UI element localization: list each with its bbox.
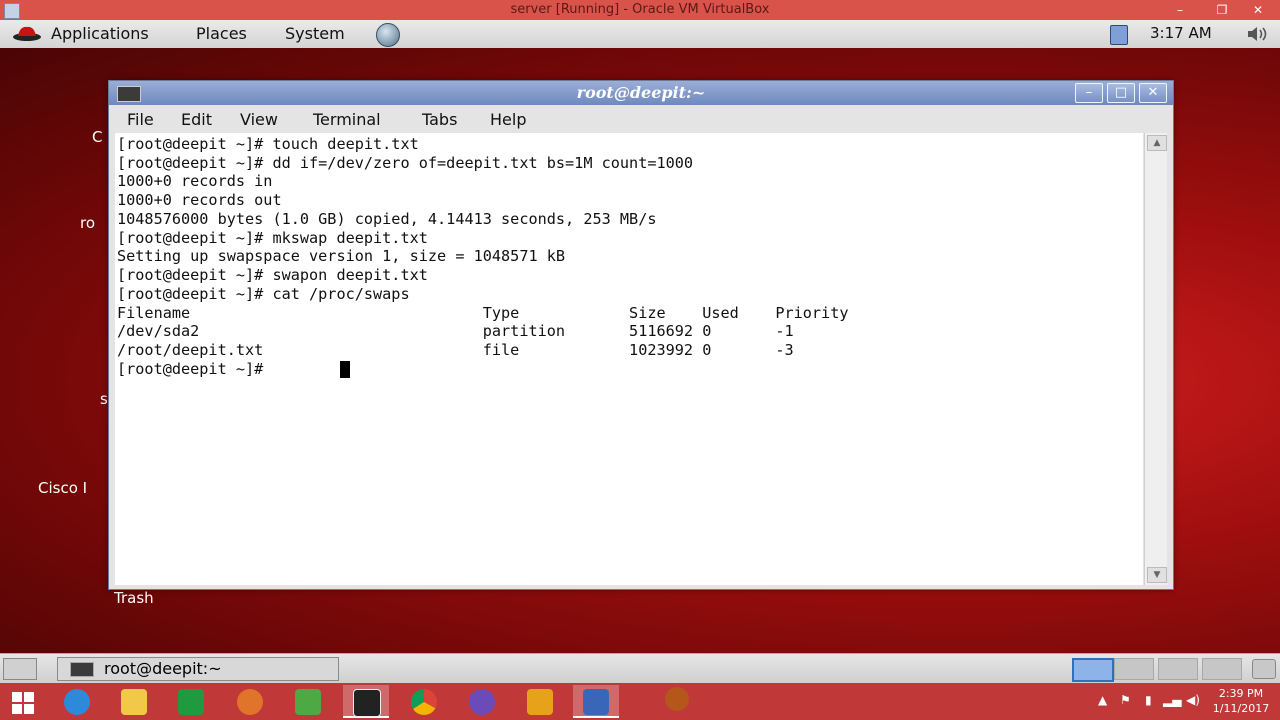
menu-places[interactable]: Places xyxy=(196,24,247,43)
taskbar-item-terminal[interactable]: root@deepit:~ xyxy=(57,657,339,681)
windows-logo-icon xyxy=(12,692,34,714)
trash-icon[interactable] xyxy=(1252,659,1276,679)
workspace-4[interactable] xyxy=(1202,658,1242,680)
terminal-titlebar[interactable]: root@deepit:~ – □ ✕ xyxy=(109,81,1173,105)
desktop-label[interactable]: ro xyxy=(80,214,95,232)
host-restore-icon[interactable]: ❐ xyxy=(1208,0,1236,20)
terminal-line: [root@deepit ~]# mkswap deepit.txt xyxy=(117,229,428,247)
terminal-icon xyxy=(70,662,94,677)
close-icon[interactable]: ✕ xyxy=(1139,83,1167,103)
redhat-icon[interactable] xyxy=(12,24,42,42)
virtualbox-icon xyxy=(4,3,20,19)
terminal-line: Filename Type Size Used Priority xyxy=(117,304,849,322)
terminal-window: root@deepit:~ – □ ✕ File Edit View Termi… xyxy=(108,80,1174,590)
desktop-trash-label[interactable]: Trash xyxy=(114,589,154,607)
terminal-output[interactable]: [root@deepit ~]# touch deepit.txt [root@… xyxy=(115,133,1143,585)
taskbar-firefox[interactable] xyxy=(227,685,273,718)
host-clock[interactable]: 2:39 PM 1/11/2017 xyxy=(1206,686,1276,716)
taskbar-video-editor[interactable] xyxy=(343,685,389,718)
taskbar-file-explorer[interactable] xyxy=(111,685,157,718)
desktop-label-cisco[interactable]: Cisco I xyxy=(38,479,87,497)
menu-help[interactable]: Help xyxy=(490,110,526,129)
terminal-line: [root@deepit ~]# swapon deepit.txt xyxy=(117,266,428,284)
host-window-title: server [Running] - Oracle VM VirtualBox xyxy=(510,2,770,17)
action-center-icon[interactable]: ⚑ xyxy=(1120,693,1131,707)
terminal-title: root@deepit:~ xyxy=(576,83,706,102)
terminal-scrollbar[interactable]: ▲ ▼ xyxy=(1144,133,1167,585)
guest-top-panel: Applications Places System 3:17 AM xyxy=(0,20,1280,49)
tray-expand-icon[interactable]: ▲ xyxy=(1098,693,1107,707)
terminal-menubar: File Edit View Terminal Tabs Help xyxy=(109,105,1173,131)
desktop-label[interactable]: C xyxy=(92,128,102,146)
guest-clock[interactable]: 3:17 AM xyxy=(1150,24,1212,42)
terminal-line: [root@deepit ~]# dd if=/dev/zero of=deep… xyxy=(117,154,694,172)
host-close-icon[interactable]: ✕ xyxy=(1244,0,1272,20)
clapperboard-icon xyxy=(353,689,381,717)
terminal-line: /dev/sda2 partition 5116692 0 -1 xyxy=(117,322,794,340)
taskbar-store[interactable] xyxy=(168,685,214,718)
scroll-down-icon[interactable]: ▼ xyxy=(1147,567,1167,583)
firefox-icon xyxy=(237,689,263,715)
tool-icon xyxy=(527,689,553,715)
host-window-titlebar: server [Running] - Oracle VM VirtualBox … xyxy=(0,0,1280,20)
terminal-line: 1048576000 bytes (1.0 GB) copied, 4.1441… xyxy=(117,210,657,228)
text-cursor xyxy=(340,361,350,378)
desktop-label[interactable]: s xyxy=(100,390,108,408)
taskbar-utorrent[interactable] xyxy=(285,685,331,718)
host-clock-time: 2:39 PM xyxy=(1218,687,1264,700)
host-clock-date: 1/11/2017 xyxy=(1212,702,1270,715)
folder-icon xyxy=(121,689,147,715)
terminal-line: 1000+0 records in xyxy=(117,172,273,190)
show-desktop-icon[interactable] xyxy=(3,658,37,680)
menu-view[interactable]: View xyxy=(240,110,278,129)
network-icon[interactable]: ▂▄ xyxy=(1163,693,1181,707)
host-minimize-icon[interactable]: – xyxy=(1166,0,1194,20)
terminal-line: [root@deepit ~]# cat /proc/swaps xyxy=(117,285,410,303)
taskbar-item-label: root@deepit:~ xyxy=(104,659,222,678)
menu-applications[interactable]: Applications xyxy=(51,24,149,43)
app-icon xyxy=(469,689,495,715)
terminal-line: Setting up swapspace version 1, size = 1… xyxy=(117,247,566,265)
start-button[interactable] xyxy=(0,685,46,718)
volume-icon[interactable] xyxy=(1246,25,1270,43)
menu-tabs[interactable]: Tabs xyxy=(422,110,457,129)
workspace-2[interactable] xyxy=(1114,658,1154,680)
terminal-line: 1000+0 records out xyxy=(117,191,282,209)
volume-icon[interactable]: ◀) xyxy=(1186,693,1200,707)
menu-file[interactable]: File xyxy=(127,110,154,129)
minimize-icon[interactable]: – xyxy=(1075,83,1103,103)
terminal-prompt: [root@deepit ~]# xyxy=(117,360,273,378)
web-browser-icon[interactable] xyxy=(376,23,400,47)
taskbar-virtualbox[interactable] xyxy=(573,685,619,718)
scroll-up-icon[interactable]: ▲ xyxy=(1147,135,1167,151)
taskbar-app[interactable] xyxy=(459,685,505,718)
notes-icon[interactable] xyxy=(1110,25,1128,45)
virtualbox-icon xyxy=(583,689,609,715)
internet-explorer-icon xyxy=(64,689,90,715)
maximize-icon[interactable]: □ xyxy=(1107,83,1135,103)
terminal-line: /root/deepit.txt file 1023992 0 -3 xyxy=(117,341,794,359)
utorrent-icon xyxy=(295,689,321,715)
taskbar-tool[interactable] xyxy=(517,685,563,718)
workspace-1[interactable] xyxy=(1072,658,1114,682)
taskbar-internet-explorer[interactable] xyxy=(54,685,100,718)
terminal-line: [root@deepit ~]# touch deepit.txt xyxy=(117,135,419,153)
guest-bottom-panel: root@deepit:~ xyxy=(0,653,1280,684)
store-icon xyxy=(178,689,204,715)
menu-terminal[interactable]: Terminal xyxy=(313,110,381,129)
menu-edit[interactable]: Edit xyxy=(181,110,212,129)
battery-icon[interactable]: ▮ xyxy=(1145,693,1152,707)
taskbar-chrome[interactable] xyxy=(401,685,447,718)
windows-taskbar: ▲ ⚑ ▮ ▂▄ ◀) 2:39 PM 1/11/2017 xyxy=(0,683,1280,720)
menu-system[interactable]: System xyxy=(285,24,345,43)
chrome-icon xyxy=(411,689,437,715)
cursor-highlight xyxy=(665,687,689,711)
workspace-3[interactable] xyxy=(1158,658,1198,680)
